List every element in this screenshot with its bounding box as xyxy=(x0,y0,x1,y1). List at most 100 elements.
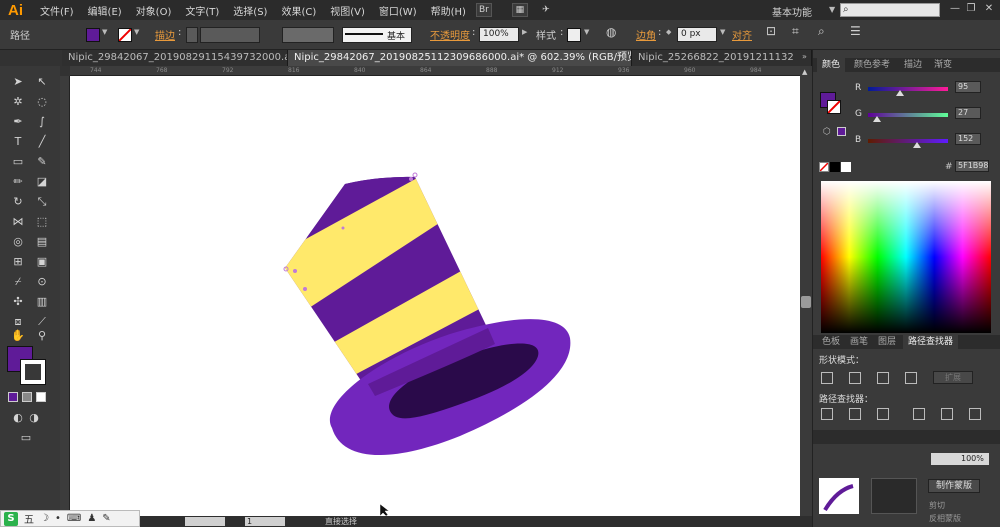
rectangle-tool-icon[interactable]: ▭ xyxy=(10,154,26,170)
chevron-right-icon[interactable]: ▶ xyxy=(522,28,527,36)
corners-link[interactable]: 边角 xyxy=(636,27,656,42)
keyboard-icon[interactable]: ⌨ xyxy=(67,513,81,524)
opacity-input[interactable]: 100% xyxy=(479,27,519,42)
expand-button[interactable]: 扩展 xyxy=(933,371,973,384)
close-button[interactable]: ✕ xyxy=(982,3,996,15)
scrollbar-thumb[interactable] xyxy=(801,296,811,308)
bridge-icon[interactable]: Br xyxy=(475,3,492,17)
none-color-swatch[interactable] xyxy=(819,162,829,172)
ime-mode-label[interactable]: 五 xyxy=(24,511,34,526)
menu-window[interactable]: 窗口(W) xyxy=(379,3,417,18)
brush-definition[interactable]: 基本 xyxy=(342,27,412,43)
eyedropper-tool-icon[interactable]: ⌿ xyxy=(10,274,26,290)
stroke-panel-link[interactable]: 描边 xyxy=(155,27,175,42)
stroke-color-swatch[interactable] xyxy=(118,28,132,42)
menu-type[interactable]: 文字(T) xyxy=(185,3,219,18)
screen-mode-icon[interactable]: ▭ xyxy=(18,430,34,446)
variable-width-profile[interactable] xyxy=(282,27,334,43)
color-mode-icon[interactable] xyxy=(8,392,18,402)
blue-slider-thumb[interactable] xyxy=(913,142,921,148)
stroke-weight-stepper[interactable] xyxy=(186,27,198,43)
settings-icon[interactable]: ✎ xyxy=(102,513,110,524)
tab-swatches[interactable]: 色板 xyxy=(817,335,845,349)
hand-tool-icon[interactable]: ✋ xyxy=(10,328,26,344)
blend-tool-icon[interactable]: ⊙ xyxy=(34,274,50,290)
anchor-point[interactable] xyxy=(341,226,345,230)
make-mask-button[interactable]: 制作蒙版 xyxy=(928,479,980,493)
fill-color-swatch[interactable] xyxy=(86,28,100,42)
trim-icon[interactable] xyxy=(849,408,861,420)
red-value-input[interactable]: 95 xyxy=(955,81,981,93)
menu-file[interactable]: 文件(F) xyxy=(40,3,74,18)
blue-slider[interactable] xyxy=(868,139,948,143)
exclude-icon[interactable] xyxy=(905,372,917,384)
chevron-down-icon[interactable]: ▼ xyxy=(720,28,725,36)
unite-icon[interactable] xyxy=(821,372,833,384)
transform-icon[interactable]: ⌗ xyxy=(792,24,799,39)
white-color-swatch[interactable] xyxy=(841,162,851,172)
isolate-icon[interactable]: ⊡ xyxy=(766,24,776,38)
minus-back-icon[interactable] xyxy=(969,408,981,420)
gpu-performance-icon[interactable]: ✈ xyxy=(538,3,554,17)
menu-help[interactable]: 帮助(H) xyxy=(431,3,466,18)
arrange-documents-icon[interactable]: ▦ xyxy=(511,3,528,17)
chevron-down-icon[interactable]: ▼ xyxy=(102,28,107,36)
symbol-sprayer-tool-icon[interactable]: ✣ xyxy=(10,294,26,310)
merge-icon[interactable] xyxy=(877,408,889,420)
workspace-switcher[interactable]: 基本功能 xyxy=(772,4,812,19)
outline-icon[interactable] xyxy=(941,408,953,420)
corner-radius-input[interactable]: 0 px xyxy=(677,27,717,42)
tab-layers[interactable]: 图层 xyxy=(873,335,901,349)
tab-color[interactable]: 颜色 xyxy=(817,58,846,72)
mask-thumbnail[interactable] xyxy=(871,478,917,514)
stepper-icon[interactable]: ◆ xyxy=(666,28,671,36)
mesh-tool-icon[interactable]: ⊞ xyxy=(10,254,26,270)
perspective-grid-tool-icon[interactable]: ▤ xyxy=(34,234,50,250)
restore-button[interactable]: ❐ xyxy=(964,3,978,15)
red-slider-thumb[interactable] xyxy=(896,90,904,96)
vertical-ruler[interactable] xyxy=(60,76,70,516)
anchor-point[interactable] xyxy=(303,287,307,291)
scale-tool-icon[interactable]: ⤡ xyxy=(34,194,50,210)
intersect-icon[interactable] xyxy=(877,372,889,384)
vertical-scrollbar[interactable]: ▲ xyxy=(800,66,812,516)
clip-checkbox[interactable]: 剪切 xyxy=(929,500,945,511)
stroke-swatch[interactable] xyxy=(20,359,46,385)
green-slider-thumb[interactable] xyxy=(873,116,881,122)
zoom-level-input[interactable] xyxy=(185,517,225,526)
black-color-swatch[interactable] xyxy=(830,162,840,172)
red-slider[interactable] xyxy=(868,87,948,91)
direct-selection-tool-icon[interactable]: ↖ xyxy=(34,74,50,90)
graphic-style-swatch[interactable] xyxy=(567,28,581,42)
selection-tool-icon[interactable]: ➤ xyxy=(10,74,26,90)
punctuation-icon[interactable]: • xyxy=(55,513,61,524)
blue-value-input[interactable]: 152 xyxy=(955,133,981,145)
artboard-canvas[interactable] xyxy=(70,76,800,516)
artboard-number-input[interactable]: 1 xyxy=(245,517,285,526)
ime-logo-icon[interactable]: S xyxy=(4,511,18,526)
anchor-point[interactable] xyxy=(412,172,418,178)
graph-tool-icon[interactable]: ▥ xyxy=(34,294,50,310)
curvature-tool-icon[interactable]: ∫ xyxy=(34,114,50,130)
pen-tool-icon[interactable]: ✒ xyxy=(10,114,26,130)
tab-pathfinder[interactable]: 路径查找器 xyxy=(903,335,959,349)
none-mode-icon[interactable] xyxy=(36,392,46,402)
menu-effect[interactable]: 效果(C) xyxy=(281,3,316,18)
tabs-overflow-icon[interactable]: » xyxy=(802,52,807,61)
moon-icon[interactable]: ☽ xyxy=(40,513,49,524)
stroke-weight-dropdown[interactable] xyxy=(200,27,260,43)
tab-color-guide[interactable]: 颜色参考 xyxy=(849,58,895,72)
crop-icon[interactable] xyxy=(913,408,925,420)
horizontal-ruler[interactable]: 744 768 792 816 840 864 888 912 936 960 … xyxy=(70,66,800,76)
paintbrush-tool-icon[interactable]: ✎ xyxy=(34,154,50,170)
menu-select[interactable]: 选择(S) xyxy=(233,3,267,18)
minus-front-icon[interactable] xyxy=(849,372,861,384)
color-spectrum[interactable] xyxy=(821,181,991,333)
help-search-input[interactable]: ⌕ xyxy=(840,3,940,17)
type-tool-icon[interactable]: T xyxy=(10,134,26,150)
width-tool-icon[interactable]: ⋈ xyxy=(10,214,26,230)
rotate-tool-icon[interactable]: ↻ xyxy=(10,194,26,210)
document-tab[interactable]: Nipic_29842067_20190829115439732000.ai*× xyxy=(62,50,288,66)
draw-normal-icon[interactable]: ◐ xyxy=(10,410,26,426)
status-tool-text[interactable]: 直接选择 xyxy=(325,516,357,527)
